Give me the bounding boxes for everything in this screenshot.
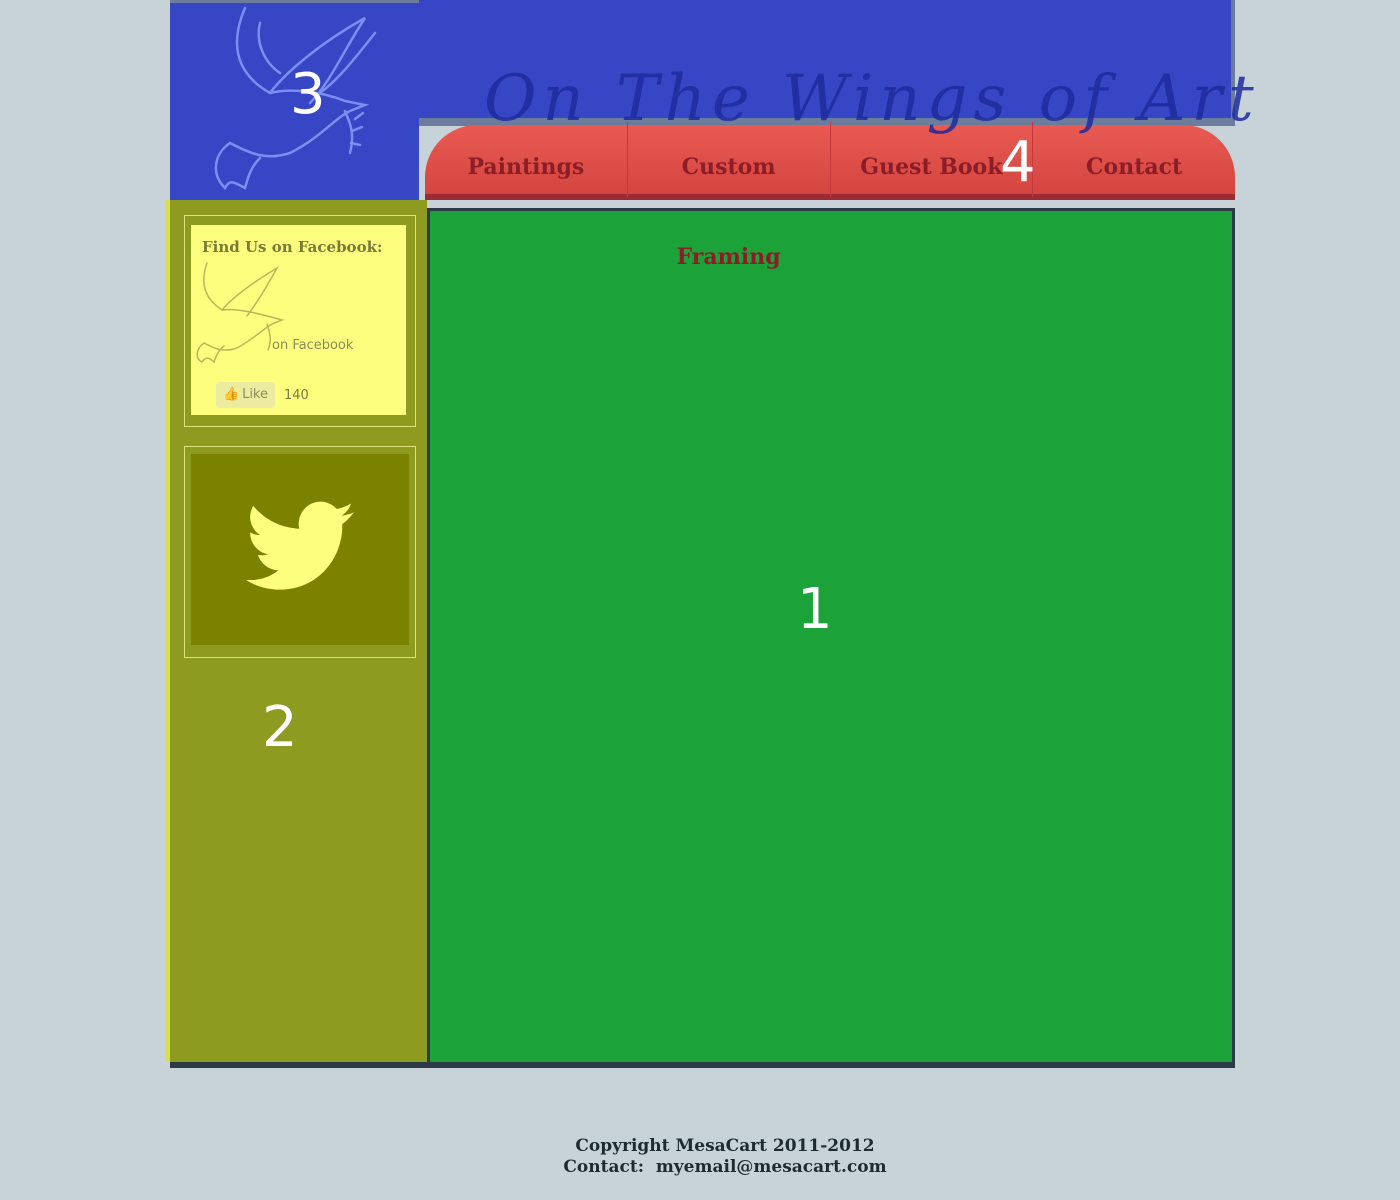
region-label-nav: 4 bbox=[1000, 130, 1036, 195]
footer: Copyright MesaCart 2011-2012 Contact: my… bbox=[0, 1136, 1400, 1178]
region-label-sidebar: 2 bbox=[262, 695, 298, 760]
facebook-widget-title: Find Us on Facebook: bbox=[202, 238, 383, 256]
twitter-widget[interactable] bbox=[191, 454, 409, 645]
region-label-main: 1 bbox=[797, 577, 833, 642]
footer-copyright: Copyright MesaCart 2011-2012 bbox=[575, 1136, 875, 1156]
page-frame-bottom bbox=[170, 1062, 1235, 1068]
facebook-like-count: 140 bbox=[284, 388, 309, 403]
thumbs-up-icon: 👍 bbox=[223, 387, 240, 402]
region-label-header: 3 bbox=[290, 62, 326, 127]
facebook-like-button[interactable]: 👍 Like bbox=[216, 382, 275, 408]
facebook-subtitle: on Facebook bbox=[272, 338, 354, 353]
twitter-bird-icon bbox=[246, 501, 355, 590]
footer-contact: Contact: myemail@mesacart.com bbox=[563, 1157, 887, 1177]
like-button-label: Like bbox=[242, 387, 268, 402]
site-title: On The Wings of Art bbox=[484, 62, 1260, 136]
